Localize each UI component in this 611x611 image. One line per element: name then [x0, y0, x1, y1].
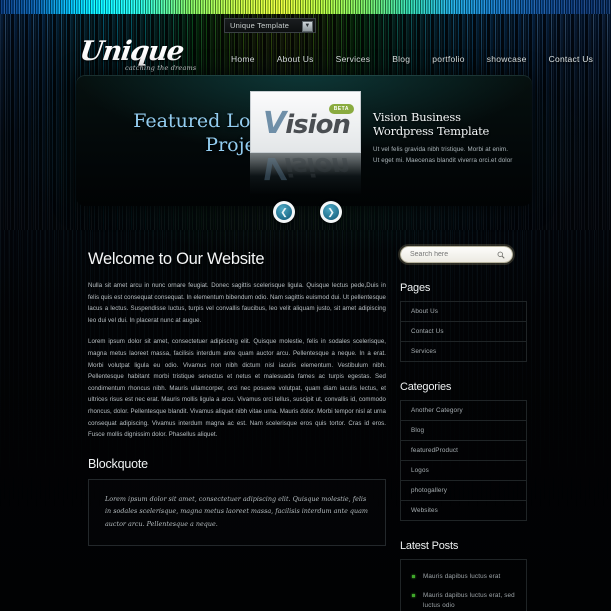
widget-categories: Categories Another Category Blog feature… — [400, 381, 527, 521]
categories-list: Another Category Blog featuredProduct Lo… — [400, 400, 527, 521]
site-tagline: catching the dreams — [125, 64, 197, 72]
vision-logo-mirror-rest: ision — [284, 153, 349, 182]
search-icon[interactable] — [497, 251, 505, 259]
vision-logo-mirror-text: Vision — [262, 153, 349, 186]
page-title: Welcome to Our Website — [88, 250, 265, 268]
latest-posts-list: Mauris dapibus luctus erat Mauris dapibu… — [400, 559, 527, 611]
nav-item-blog[interactable]: Blog — [381, 52, 421, 66]
nav-item-services[interactable]: Services — [325, 52, 382, 66]
widget-latest-posts-title: Latest Posts — [400, 540, 459, 552]
vision-logo-mirror-v: V — [262, 153, 285, 186]
list-item[interactable]: Another Category — [401, 401, 526, 421]
widget-latest-posts: Latest Posts Mauris dapibus luctus erat … — [400, 540, 527, 611]
site-logo[interactable]: Unique — [78, 36, 185, 67]
arrow-right-icon: ❯ — [323, 204, 339, 220]
chevron-down-icon[interactable]: ▼ — [302, 20, 313, 32]
nav-item-contact-us[interactable]: Contact Us — [538, 52, 605, 66]
nav-item-portfolio[interactable]: portfolio — [421, 52, 476, 66]
list-item[interactable]: Logos — [401, 461, 526, 481]
blockquote-heading: Blockquote — [88, 456, 148, 471]
blockquote: Lorem ipsum dolor sit amet, consectetuer… — [88, 478, 386, 547]
slider-description-body: Ut vel felis gravida nibh tristique. Mor… — [373, 146, 513, 164]
nav-item-home[interactable]: Home — [220, 52, 266, 66]
template-select-value: Unique Template — [230, 21, 290, 30]
slider-headline: Featured Logo Project — [133, 110, 274, 156]
nav-item-showcase[interactable]: showcase — [476, 52, 538, 66]
main-navigation: Home About Us Services Blog portfolio sh… — [220, 52, 604, 66]
list-item[interactable]: photogallery — [401, 481, 526, 501]
slider-description: Vision Business Wordpress Template Ut ve… — [373, 110, 513, 166]
slider-next-button[interactable]: ❯ — [320, 201, 342, 223]
list-item[interactable]: Contact Us — [401, 322, 526, 342]
search-input[interactable] — [401, 251, 491, 258]
widget-pages-title: Pages — [400, 282, 431, 294]
nav-item-about-us[interactable]: About Us — [266, 52, 325, 66]
list-item[interactable]: Blog — [401, 421, 526, 441]
slider-description-title: Vision Business Wordpress Template — [373, 110, 490, 138]
content-paragraph-2: Lorem ipsum dolor sit amet, consectetuer… — [88, 338, 386, 439]
list-item[interactable]: About Us — [401, 302, 526, 322]
slider-logo-reflection: Vision — [250, 153, 361, 195]
list-item[interactable]: Services — [401, 342, 526, 362]
template-select[interactable]: Unique Template ▼ — [224, 18, 316, 33]
page-root: Unique Template ▼ Unique catching the dr… — [0, 0, 611, 611]
main-content: Welcome to Our Website Nulla sit amet ar… — [88, 250, 386, 547]
arrow-left-icon: ❮ — [276, 204, 292, 220]
vision-logo-mirror: Vision — [250, 153, 361, 195]
beta-badge: BETA — [328, 103, 354, 114]
pages-list: About Us Contact Us Services — [400, 301, 527, 362]
vision-logo-text: Vision BETA — [263, 103, 354, 141]
search-box[interactable] — [400, 246, 513, 263]
content-paragraph-1: Nulla sit amet arcu in nunc ornare feugi… — [88, 282, 386, 324]
list-item[interactable]: Websites — [401, 501, 526, 521]
slider-prev-button[interactable]: ❮ — [273, 201, 295, 223]
widget-categories-title: Categories — [400, 381, 452, 393]
list-item[interactable]: Mauris dapibus luctus erat, sed luctus o… — [409, 591, 518, 611]
list-item[interactable]: Mauris dapibus luctus erat — [409, 572, 518, 582]
vision-logo-rest: ision — [285, 109, 351, 140]
site-header: Unique Template ▼ Unique catching the dr… — [0, 14, 611, 74]
list-item[interactable]: featuredProduct — [401, 441, 526, 461]
widget-pages: Pages About Us Contact Us Services — [400, 282, 527, 362]
slider-logo-card: Vision BETA — [250, 91, 361, 153]
vision-logo-v: V — [263, 105, 286, 141]
vision-logo: Vision BETA — [251, 92, 362, 154]
sidebar: Pages About Us Contact Us Services Categ… — [400, 246, 527, 611]
